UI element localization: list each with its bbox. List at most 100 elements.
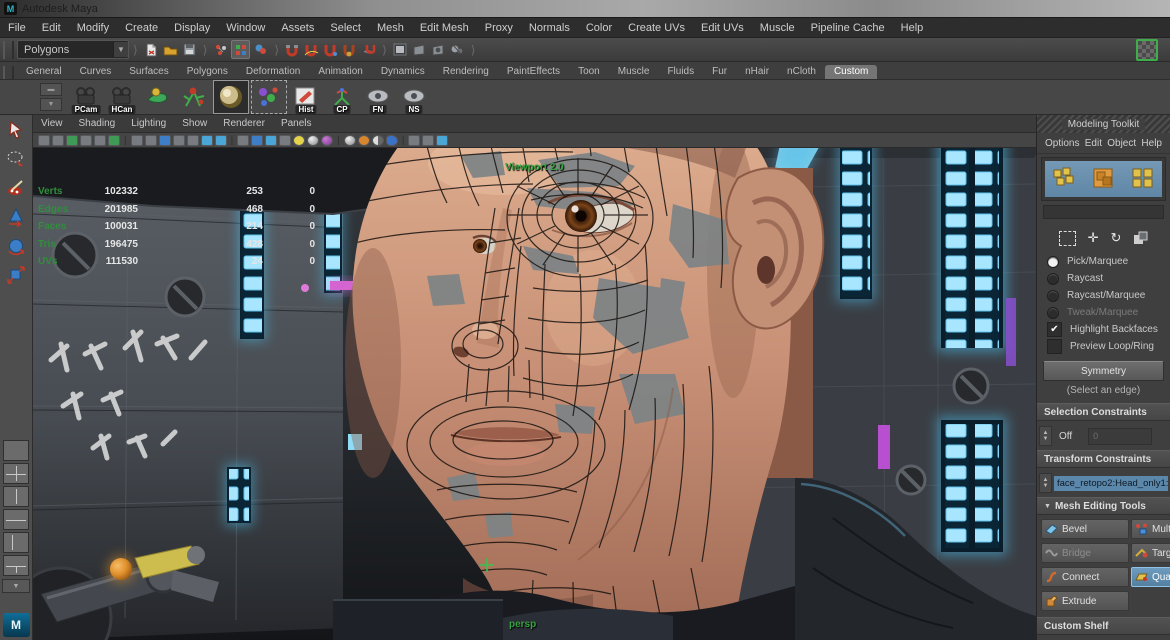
lasso-tool-icon[interactable]	[3, 145, 30, 172]
vp-menu-view[interactable]: View	[33, 118, 71, 129]
menu-help[interactable]: Help	[893, 18, 932, 38]
layout-three-pane-button[interactable]	[3, 555, 29, 576]
gamma-icon[interactable]	[422, 135, 434, 146]
mesh-editing-tools-header[interactable]: ▼ Mesh Editing Tools	[1037, 497, 1170, 515]
shelf-tab-animation[interactable]: Animation	[309, 65, 371, 79]
safe-action-icon[interactable]	[201, 135, 213, 146]
two-d-pan-zoom-icon[interactable]	[108, 135, 120, 146]
menu-select[interactable]: Select	[322, 18, 369, 38]
group-separator[interactable]: ⟩	[203, 43, 208, 57]
menu-muscle[interactable]: Muscle	[752, 18, 803, 38]
new-scene-icon[interactable]	[143, 41, 160, 58]
open-scene-icon[interactable]	[162, 41, 179, 58]
shelf-item-ns[interactable]: NS	[397, 81, 431, 113]
expander-icon[interactable]: ▲▼	[1039, 426, 1052, 446]
shelf-item-hand-tool[interactable]	[141, 81, 175, 113]
connect-button[interactable]: Connect	[1041, 567, 1129, 587]
motion-blur-icon[interactable]	[321, 135, 333, 146]
menu-modify[interactable]: Modify	[69, 18, 117, 38]
move-manipulator-icon[interactable]: ✛	[1088, 230, 1099, 246]
bookmark-icon[interactable]	[80, 135, 92, 146]
shelf-grip[interactable]	[3, 66, 14, 79]
shelf-tab-painteffects[interactable]: PaintEffects	[498, 65, 569, 79]
menu-proxy[interactable]: Proxy	[477, 18, 521, 38]
modeling-toolkit-titlebar[interactable]: Modeling Toolkit	[1037, 115, 1170, 133]
shadows-icon[interactable]	[293, 135, 305, 146]
shelf-item-hcan[interactable]: HCan	[105, 81, 139, 113]
status-line-grip[interactable]	[3, 41, 14, 59]
radio-raycast-marquee[interactable]: Raycast/Marquee	[1037, 287, 1170, 304]
layout-menu-button[interactable]: ▼	[2, 579, 30, 593]
shelf-item-plant-tool[interactable]	[177, 81, 211, 113]
edge-mode-icon[interactable]	[1091, 166, 1117, 193]
resolution-gate-icon[interactable]	[159, 135, 171, 146]
vp-menu-renderer[interactable]: Renderer	[215, 118, 273, 129]
quad-draw-button[interactable]: Quad Draw	[1131, 567, 1170, 587]
menu-mesh[interactable]: Mesh	[369, 18, 412, 38]
select-tool-icon[interactable]	[3, 116, 30, 143]
bevel-button[interactable]: Bevel	[1041, 519, 1129, 539]
shaded-icon[interactable]	[251, 135, 263, 146]
field-chart-icon[interactable]	[187, 135, 199, 146]
shelf-tab-fur[interactable]: Fur	[703, 65, 736, 79]
menu-edit[interactable]: Edit	[34, 18, 69, 38]
snap-to-point-icon[interactable]	[322, 41, 339, 58]
menu-assets[interactable]: Assets	[273, 18, 322, 38]
face-mode-icon[interactable]	[1130, 166, 1156, 193]
group-separator[interactable]: ⟩	[133, 43, 138, 57]
mtk-menu-edit[interactable]: Edit	[1085, 138, 1102, 149]
marquee-select-icon[interactable]	[1059, 231, 1076, 246]
expander-icon[interactable]: ▲▼	[1039, 473, 1052, 493]
transform-constraints-header[interactable]: Transform Constraints	[1037, 450, 1170, 468]
mtk-menu-options[interactable]: Options	[1045, 138, 1079, 149]
xray-icon[interactable]	[386, 135, 398, 146]
vp-menu-lighting[interactable]: Lighting	[123, 118, 174, 129]
target-weld-button[interactable]: Target Weld	[1131, 543, 1170, 563]
multisample-aa-icon[interactable]	[344, 135, 356, 146]
checkbox-preview-loop-ring[interactable]: Preview Loop/Ring	[1037, 338, 1170, 355]
use-all-lights-icon[interactable]	[279, 135, 291, 146]
radio-raycast[interactable]: Raycast	[1037, 270, 1170, 287]
safe-title-icon[interactable]	[215, 135, 227, 146]
exposure-icon[interactable]	[408, 135, 420, 146]
radio-pick-marquee[interactable]: Pick/Marquee	[1037, 253, 1170, 270]
shelf-item-fn[interactable]: FN	[361, 81, 395, 113]
save-scene-icon[interactable]	[181, 41, 198, 58]
shelf-tab-custom[interactable]: Custom	[825, 65, 877, 79]
layout-two-pane-stacked-button[interactable]	[3, 509, 29, 530]
custom-shelf-header[interactable]: Custom Shelf	[1037, 617, 1170, 635]
shelf-tab-polygons[interactable]: Polygons	[178, 65, 237, 79]
layout-two-pane-side-button[interactable]	[3, 486, 29, 507]
rotate-tool-icon[interactable]	[3, 232, 30, 259]
mtk-menu-help[interactable]: Help	[1141, 138, 1162, 149]
depth-of-field-icon[interactable]	[358, 135, 370, 146]
wireframe-icon[interactable]	[237, 135, 249, 146]
menu-file[interactable]: File	[0, 18, 34, 38]
make-live-icon[interactable]	[360, 41, 377, 58]
menu-window[interactable]: Window	[218, 18, 273, 38]
snap-to-curve-icon[interactable]	[303, 41, 320, 58]
menu-create-uvs[interactable]: Create UVs	[620, 18, 693, 38]
vertex-mode-icon[interactable]	[1052, 166, 1078, 193]
snap-to-projected-center-icon[interactable]	[341, 41, 358, 58]
transform-constraint-icon[interactable]	[1133, 231, 1148, 245]
extrude-button[interactable]: Extrude	[1041, 591, 1129, 611]
menu-edit-mesh[interactable]: Edit Mesh	[412, 18, 477, 38]
menu-edit-uvs[interactable]: Edit UVs	[693, 18, 752, 38]
render-current-frame-icon[interactable]	[430, 41, 447, 58]
shelf-tab-surfaces[interactable]: Surfaces	[120, 65, 177, 79]
layout-four-pane-button[interactable]	[3, 463, 29, 484]
rotate-manipulator-icon[interactable]: ↻	[1111, 230, 1122, 246]
shelf-tab-dynamics[interactable]: Dynamics	[372, 65, 434, 79]
group-separator[interactable]: ⟩	[274, 43, 279, 57]
isolate-select-icon[interactable]	[372, 135, 384, 146]
mtk-menu-object[interactable]: Object	[1107, 138, 1136, 149]
textured-icon[interactable]	[265, 135, 277, 146]
multi-cut-button[interactable]: Multi-Cut	[1131, 519, 1170, 539]
shelf-tab-rendering[interactable]: Rendering	[434, 65, 498, 79]
group-separator[interactable]: ⟩	[471, 43, 476, 57]
shelf-tab-nhair[interactable]: nHair	[736, 65, 778, 79]
select-object-icon[interactable]	[231, 40, 250, 59]
shelf-tab-toon[interactable]: Toon	[569, 65, 609, 79]
scale-tool-icon[interactable]	[3, 261, 30, 288]
